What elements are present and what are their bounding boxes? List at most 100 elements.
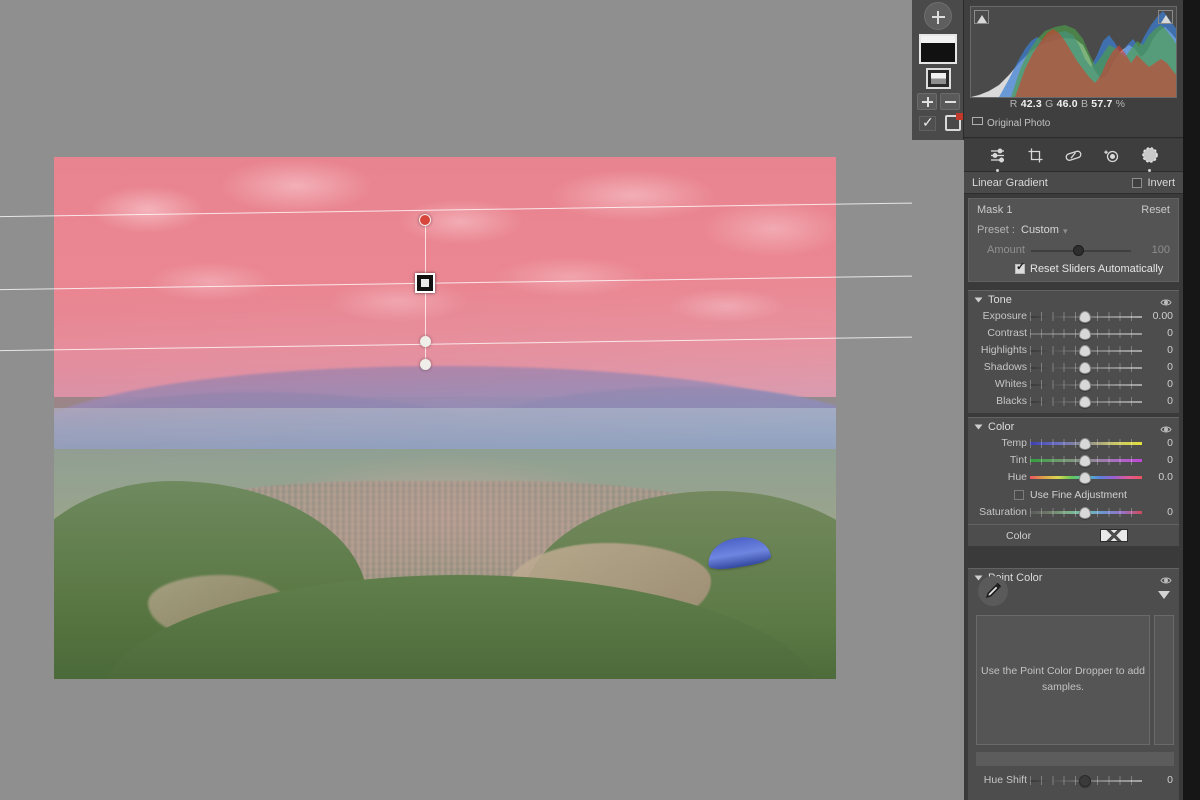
readout-b-label: B bbox=[1081, 98, 1088, 110]
slider-label: Highlights bbox=[981, 344, 1027, 356]
gradient-end-handle[interactable] bbox=[420, 359, 431, 370]
slider-value[interactable]: 0 bbox=[1139, 437, 1173, 449]
image-canvas[interactable] bbox=[0, 0, 912, 800]
slider-label: Saturation bbox=[979, 506, 1027, 518]
slider-highlights[interactable]: Highlights 0 bbox=[968, 342, 1179, 359]
subtract-from-mask-button[interactable] bbox=[940, 93, 960, 110]
add-mask-button[interactable] bbox=[924, 2, 952, 30]
reset-sliders-row[interactable]: Reset Sliders Automatically bbox=[1015, 263, 1163, 275]
mask-thumbnail-strip bbox=[912, 0, 964, 140]
slider-knob[interactable] bbox=[1079, 775, 1091, 787]
point-color-expand-caret-icon[interactable] bbox=[1158, 591, 1170, 599]
histogram-curves bbox=[971, 6, 1177, 97]
slider-knob[interactable] bbox=[1079, 362, 1091, 374]
photo-sky bbox=[54, 157, 836, 397]
slider-value[interactable]: 0 bbox=[1139, 344, 1173, 356]
mask-type-header: Linear Gradient Invert bbox=[964, 172, 1183, 194]
point-color-samples-area[interactable]: Use the Point Color Dropper to add sampl… bbox=[976, 615, 1150, 745]
highlight-clipping-indicator[interactable] bbox=[1158, 10, 1173, 24]
gradient-center-pin[interactable] bbox=[415, 273, 435, 293]
preset-value[interactable]: Custom bbox=[1021, 224, 1059, 236]
slider-contrast[interactable]: Contrast 0 bbox=[968, 325, 1179, 342]
slider-knob[interactable] bbox=[1079, 311, 1091, 323]
slider-knob[interactable] bbox=[1079, 438, 1091, 450]
slider-value[interactable]: 0 bbox=[1139, 395, 1173, 407]
chevron-down-icon[interactable]: ▾ bbox=[1063, 226, 1068, 237]
slider-exposure[interactable]: Exposure 0.00 bbox=[968, 308, 1179, 325]
slider-label: Exposure bbox=[983, 310, 1027, 322]
slider-temp[interactable]: Temp 0 bbox=[968, 435, 1179, 452]
slider-knob[interactable] bbox=[1079, 507, 1091, 519]
slider-label: Hue bbox=[1008, 471, 1027, 483]
slider-label: Blacks bbox=[996, 395, 1027, 407]
slider-knob[interactable] bbox=[1079, 345, 1091, 357]
slider-knob[interactable] bbox=[1079, 328, 1091, 340]
slider-value[interactable]: 0 bbox=[1139, 327, 1173, 339]
slider-value[interactable]: 0 bbox=[1139, 361, 1173, 373]
fine-adjustment-checkbox[interactable] bbox=[1014, 490, 1024, 500]
slider-value[interactable]: 0 bbox=[1139, 774, 1173, 786]
slider-blacks[interactable]: Blacks 0 bbox=[968, 393, 1179, 410]
mask-reset-button[interactable]: Reset bbox=[1141, 204, 1170, 216]
slider-value[interactable]: 0 bbox=[1139, 378, 1173, 390]
slider-shadows[interactable]: Shadows 0 bbox=[968, 359, 1179, 376]
readout-g-value: 46.0 bbox=[1057, 98, 1078, 110]
delete-mask-button[interactable] bbox=[945, 115, 961, 131]
red-eye-icon[interactable] bbox=[1101, 144, 1123, 166]
slider-knob[interactable] bbox=[1079, 379, 1091, 391]
color-disclosure-triangle[interactable] bbox=[975, 424, 983, 429]
slider-label: Whites bbox=[995, 378, 1027, 390]
point-color-section: Point Color Use the Point Color Dropper … bbox=[968, 568, 1179, 800]
slider-label: Temp bbox=[1001, 437, 1027, 449]
photo-preview[interactable] bbox=[54, 157, 836, 679]
gradient-start-handle[interactable] bbox=[419, 214, 431, 226]
slider-value[interactable]: 0.00 bbox=[1139, 310, 1173, 322]
slider-knob[interactable] bbox=[1079, 472, 1091, 484]
point-color-side-strip[interactable] bbox=[1154, 615, 1174, 745]
mask-thumbnail-primary[interactable] bbox=[919, 34, 957, 64]
healing-brush-icon[interactable] bbox=[1062, 144, 1084, 166]
tone-section: Tone Exposure 0.00 Contrast bbox=[968, 290, 1179, 413]
color-swatch-row[interactable]: Color bbox=[968, 524, 1179, 546]
reset-sliders-checkbox[interactable] bbox=[1015, 264, 1025, 274]
slider-tint[interactable]: Tint 0 bbox=[968, 452, 1179, 469]
crop-icon[interactable] bbox=[1024, 144, 1046, 166]
confirm-mask-button[interactable] bbox=[919, 116, 936, 131]
slider-value[interactable]: 0.0 bbox=[1139, 471, 1173, 483]
point-color-disclosure-triangle[interactable] bbox=[975, 575, 983, 580]
tone-disclosure-triangle[interactable] bbox=[975, 297, 983, 302]
amount-value[interactable]: 100 bbox=[1152, 244, 1170, 256]
mask-thumbnail-secondary[interactable] bbox=[926, 68, 951, 89]
shadow-clipping-indicator[interactable] bbox=[974, 10, 989, 24]
color-title: Color bbox=[988, 421, 1014, 433]
slider-hue-shift[interactable]: Hue Shift 0 bbox=[968, 772, 1179, 789]
slider-whites[interactable]: Whites 0 bbox=[968, 376, 1179, 393]
amount-slider-knob[interactable] bbox=[1073, 245, 1084, 256]
tone-header[interactable]: Tone bbox=[968, 291, 1179, 308]
masking-icon[interactable] bbox=[1139, 144, 1161, 166]
readout-b-value: 57.7 bbox=[1091, 98, 1112, 110]
original-photo-row[interactable]: Original Photo bbox=[972, 117, 1050, 129]
invert-checkbox[interactable] bbox=[1132, 178, 1142, 188]
point-color-dropper-icon[interactable] bbox=[978, 576, 1008, 606]
slider-knob[interactable] bbox=[1079, 396, 1091, 408]
slider-value[interactable]: 0 bbox=[1139, 454, 1173, 466]
invert-toggle[interactable]: Invert bbox=[1132, 177, 1175, 189]
gradient-midpoint-handle[interactable] bbox=[420, 336, 431, 347]
slider-saturation[interactable]: Saturation 0 bbox=[968, 504, 1179, 521]
develop-toolbar bbox=[964, 139, 1183, 172]
readout-unit: % bbox=[1116, 98, 1126, 110]
histogram-graph[interactable] bbox=[970, 6, 1177, 98]
point-color-visibility-eye-icon[interactable] bbox=[1160, 572, 1172, 590]
add-to-mask-button[interactable] bbox=[917, 93, 937, 110]
fine-adjustment-toggle[interactable]: Use Fine Adjustment bbox=[1014, 489, 1127, 501]
color-swatch[interactable] bbox=[1100, 529, 1128, 542]
slider-knob[interactable] bbox=[1079, 455, 1091, 467]
slider-value[interactable]: 0 bbox=[1139, 506, 1173, 518]
edit-sliders-icon[interactable] bbox=[986, 144, 1008, 166]
right-panel: R 42.3 G 46.0 B 57.7 % Original Photo bbox=[964, 0, 1200, 800]
slider-label: Hue Shift bbox=[984, 774, 1027, 786]
fine-adjustment-row[interactable]: Use Fine Adjustment bbox=[968, 486, 1179, 504]
color-header[interactable]: Color bbox=[968, 418, 1179, 435]
slider-hue[interactable]: Hue 0.0 bbox=[968, 469, 1179, 486]
